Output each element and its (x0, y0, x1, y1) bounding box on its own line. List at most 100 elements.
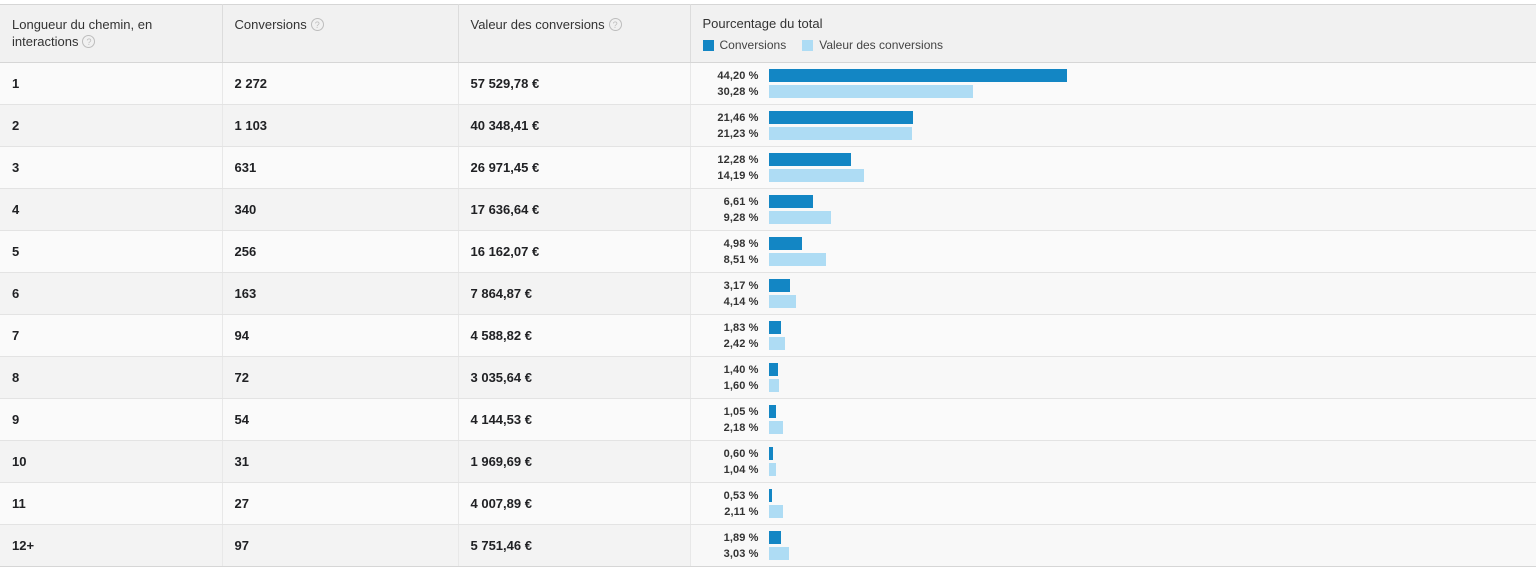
legend-swatch-conversions (702, 39, 714, 51)
help-circle-icon[interactable]: ? (608, 18, 622, 31)
bar-track-conversions (768, 69, 1525, 82)
cell-path-length: 10 (0, 440, 223, 483)
cell-conversion-value: 4 007,89 € (458, 482, 691, 525)
bar-group: 6,61 % 9,28 % (691, 189, 1525, 230)
bar-fill-conversions[interactable] (768, 363, 778, 376)
bar-track-conversion-value (768, 253, 1525, 266)
bar-percent-label-conversion-value: 2,11 % (724, 505, 759, 518)
bar-fill-conversion-value[interactable] (768, 127, 912, 140)
cell-conversion-value: 4 144,53 € (458, 398, 691, 441)
bar-line-conversion-value: 2,42 % (691, 337, 1525, 350)
bar-fill-conversion-value[interactable] (768, 379, 780, 392)
bar-fill-conversion-value[interactable] (768, 295, 797, 308)
bar-fill-conversion-value[interactable] (768, 85, 973, 98)
bar-line-conversion-value: 3,03 % (691, 547, 1525, 560)
bar-percent-label-conversion-value: 2,42 % (723, 337, 759, 350)
bar-fill-conversions[interactable] (768, 405, 776, 418)
bar-group: 1,89 % 3,03 % (691, 525, 1525, 566)
table-row: 7 94 4 588,82 € 1,83 % 2,42 % (0, 314, 1536, 357)
bar-group: 12,28 % 14,19 % (691, 147, 1525, 188)
cell-conversions: 94 (222, 314, 459, 357)
bar-fill-conversions[interactable] (768, 279, 790, 292)
column-header-path-length[interactable]: Longueur du chemin, en interactions? (0, 4, 223, 63)
bar-track-conversions (768, 531, 1525, 544)
bar-line-conversions: 1,05 % (691, 405, 1525, 418)
bar-fill-conversion-value[interactable] (768, 211, 832, 224)
bar-line-conversion-value: 1,60 % (691, 379, 1525, 392)
bar-track-conversions (768, 237, 1525, 250)
cell-percentage-bars: 1,89 % 3,03 % (690, 524, 1536, 567)
cell-path-length: 9 (0, 398, 223, 441)
bar-fill-conversions[interactable] (768, 489, 773, 502)
bar-track-conversions (768, 321, 1525, 334)
cell-conversions: 54 (222, 398, 459, 441)
bar-percent-label-conversion-value: 1,04 % (723, 463, 759, 476)
bar-percent-label-conversion-value: 30,28 % (717, 85, 759, 98)
bar-fill-conversions[interactable] (768, 237, 803, 250)
bar-line-conversion-value: 2,11 % (691, 505, 1525, 518)
cell-conversions: 31 (222, 440, 459, 483)
bar-fill-conversions[interactable] (768, 321, 781, 334)
bar-fill-conversion-value[interactable] (768, 463, 776, 476)
cell-percentage-bars: 44,20 % 30,28 % (690, 62, 1536, 105)
bar-fill-conversion-value[interactable] (768, 337, 785, 350)
bar-fill-conversion-value[interactable] (768, 421, 784, 434)
bar-line-conversion-value: 21,23 % (691, 127, 1525, 140)
bar-percent-label-conversion-value: 8,51 % (723, 253, 759, 266)
cell-percentage-bars: 3,17 % 4,14 % (690, 272, 1536, 315)
bar-track-conversions (768, 153, 1525, 166)
column-header-conversion-value-label: Valeur des conversions (470, 17, 605, 32)
bar-fill-conversions[interactable] (768, 111, 914, 124)
table-row: 4 340 17 636,64 € 6,61 % 9,28 % (0, 188, 1536, 231)
bar-track-conversions (768, 363, 1525, 376)
bar-fill-conversions[interactable] (768, 153, 852, 166)
bar-fill-conversions[interactable] (768, 195, 814, 208)
bar-group: 3,17 % 4,14 % (691, 273, 1525, 314)
bar-percent-label-conversion-value: 1,60 % (723, 379, 759, 392)
cell-conversion-value: 3 035,64 € (458, 356, 691, 399)
table-row: 12+ 97 5 751,46 € 1,89 % 3,03 % (0, 524, 1536, 567)
bar-fill-conversion-value[interactable] (768, 505, 783, 518)
bar-line-conversion-value: 14,19 % (691, 169, 1525, 182)
help-circle-icon[interactable]: ? (310, 18, 324, 31)
table-header: Longueur du chemin, en interactions? Con… (0, 4, 1536, 63)
cell-path-length: 3 (0, 146, 223, 189)
path-length-report-table-wrapper: Longueur du chemin, en interactions? Con… (0, 4, 1536, 567)
bar-percent-label-conversions: 4,98 % (723, 237, 759, 250)
bar-percent-label-conversion-value: 4,14 % (723, 295, 759, 308)
bar-line-conversions: 4,98 % (691, 237, 1525, 250)
bar-percent-label-conversions: 1,89 % (723, 531, 759, 544)
path-length-report-table: Longueur du chemin, en interactions? Con… (0, 4, 1536, 567)
bar-line-conversion-value: 1,04 % (691, 463, 1525, 476)
bar-percent-label-conversions: 1,83 % (723, 321, 759, 334)
legend-item-conversion-value[interactable]: Valeur des conversions (802, 38, 943, 52)
bar-fill-conversions[interactable] (768, 447, 773, 460)
cell-conversions: 340 (222, 188, 459, 231)
cell-conversion-value: 40 348,41 € (458, 104, 691, 147)
column-header-conversion-value[interactable]: Valeur des conversions? (458, 4, 691, 63)
help-circle-icon[interactable]: ? (82, 35, 96, 48)
cell-conversion-value: 4 588,82 € (458, 314, 691, 357)
bar-fill-conversion-value[interactable] (768, 169, 865, 182)
bar-line-conversion-value: 8,51 % (691, 253, 1525, 266)
cell-conversions: 256 (222, 230, 459, 273)
bar-percent-label-conversions: 3,17 % (723, 279, 759, 292)
cell-path-length: 7 (0, 314, 223, 357)
cell-percentage-bars: 12,28 % 14,19 % (690, 146, 1536, 189)
legend-label-conversion-value: Valeur des conversions (819, 38, 944, 52)
bar-track-conversion-value (768, 505, 1525, 518)
cell-conversions: 27 (222, 482, 459, 525)
cell-percentage-bars: 4,98 % 8,51 % (690, 230, 1536, 273)
bar-fill-conversion-value[interactable] (768, 253, 826, 266)
bar-group: 0,53 % 2,11 % (691, 483, 1525, 524)
legend-item-conversions[interactable]: Conversions (702, 38, 786, 52)
bar-track-conversion-value (768, 85, 1525, 98)
bar-line-conversions: 21,46 % (691, 111, 1525, 124)
bar-percent-label-conversions: 1,40 % (723, 363, 759, 376)
bar-track-conversion-value (768, 337, 1525, 350)
bar-fill-conversion-value[interactable] (768, 547, 789, 560)
bar-fill-conversions[interactable] (768, 531, 782, 544)
column-header-conversions[interactable]: Conversions? (222, 4, 459, 63)
bar-fill-conversions[interactable] (768, 69, 1067, 82)
bar-track-conversion-value (768, 463, 1525, 476)
